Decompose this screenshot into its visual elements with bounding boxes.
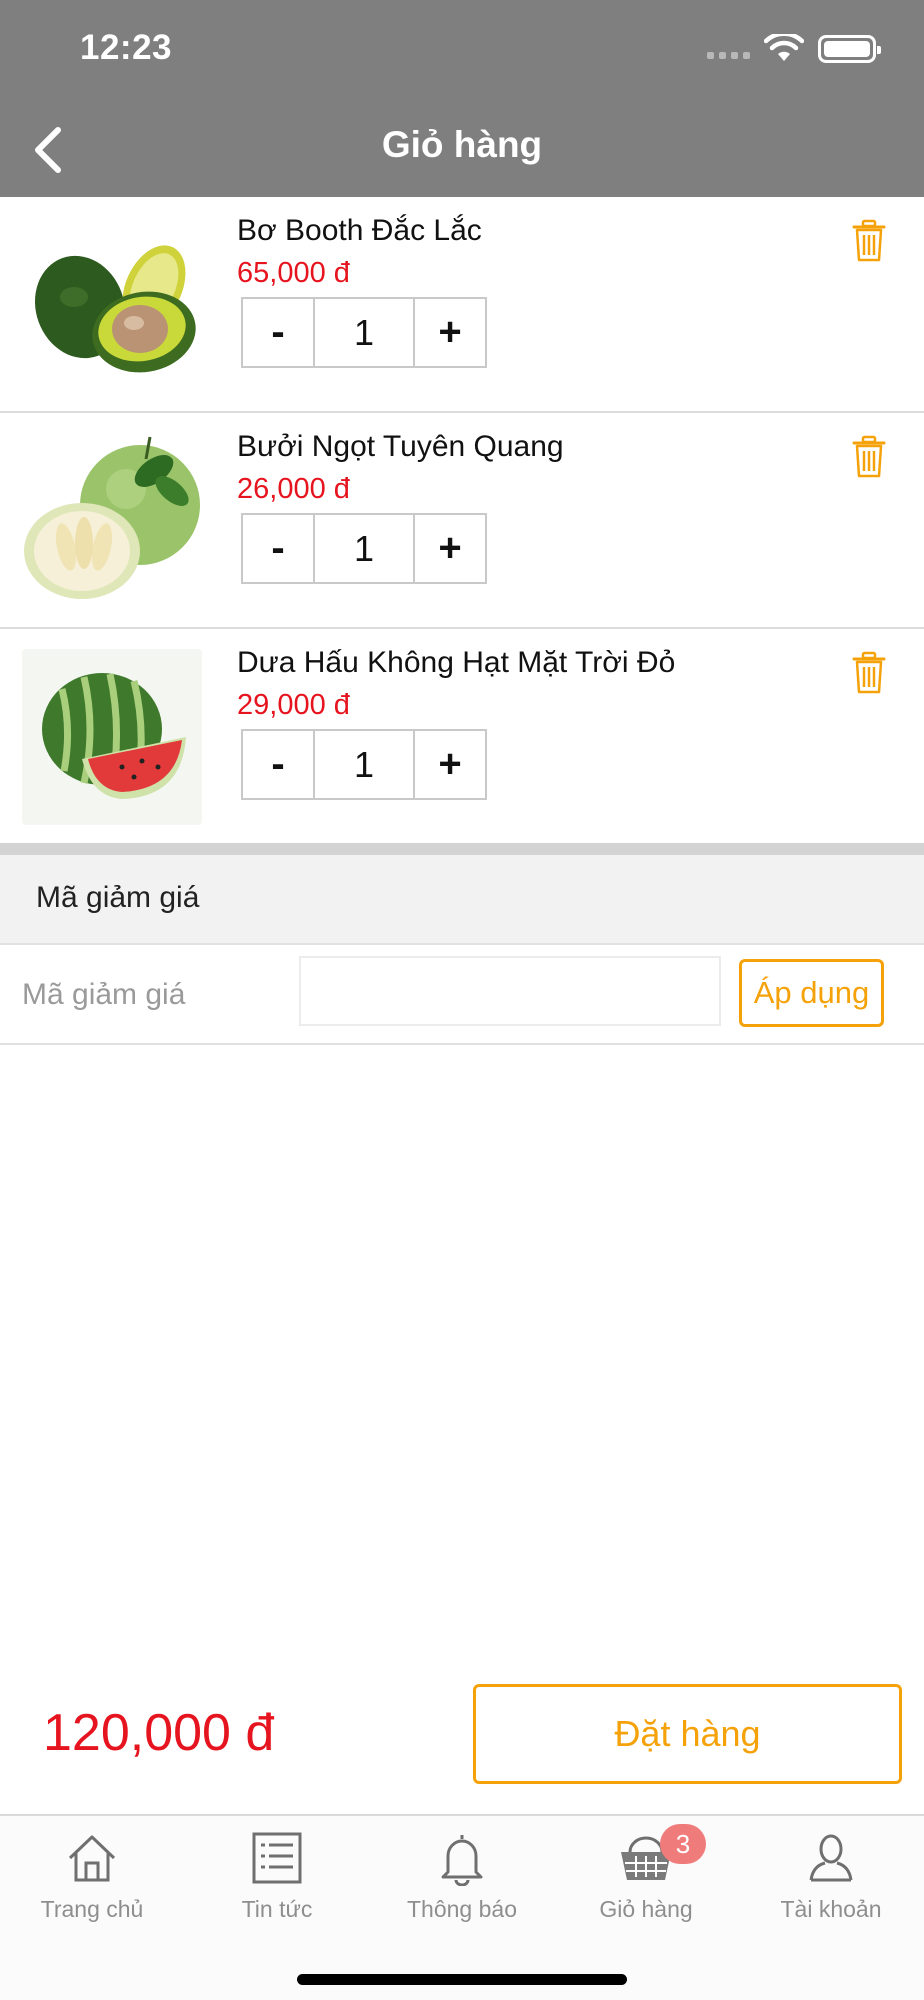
tab-notifications[interactable]: Thông báo bbox=[370, 1830, 554, 1923]
tab-label: Giỏ hàng bbox=[599, 1896, 693, 1922]
item-name: Bưởi Ngọt Tuyên Quang bbox=[237, 430, 564, 463]
quantity-value: 1 bbox=[313, 299, 415, 366]
cellular-signal-icon bbox=[707, 39, 750, 59]
discount-code-input[interactable] bbox=[299, 956, 721, 1026]
order-total: 120,000 đ bbox=[43, 1704, 275, 1762]
product-image-avocado[interactable] bbox=[22, 217, 202, 393]
quantity-value: 1 bbox=[313, 515, 415, 582]
discount-section-title: Mã giảm giá bbox=[36, 881, 200, 914]
trash-icon[interactable] bbox=[852, 435, 886, 479]
product-image-pomelo[interactable] bbox=[22, 433, 202, 609]
wifi-icon bbox=[764, 34, 804, 61]
tab-home[interactable]: Trang chủ bbox=[0, 1830, 184, 1923]
place-order-button[interactable]: Đặt hàng bbox=[473, 1684, 902, 1784]
decrease-quantity-button[interactable]: - bbox=[243, 731, 313, 798]
tab-cart[interactable]: 3 Giỏ hàng bbox=[554, 1824, 738, 1923]
quantity-stepper: - 1 + bbox=[241, 513, 487, 584]
decrease-quantity-button[interactable]: - bbox=[243, 299, 313, 366]
status-time: 12:23 bbox=[80, 28, 173, 67]
discount-section-header: Mã giảm giá bbox=[0, 855, 924, 945]
tab-label: Thông báo bbox=[407, 1896, 517, 1922]
cart-list: Bơ Booth Đắc Lắc 65,000 đ - 1 + Bưởi Ngọ… bbox=[0, 197, 924, 845]
navigation-header: 12:23 Giỏ hàng bbox=[0, 0, 924, 197]
increase-quantity-button[interactable]: + bbox=[415, 515, 485, 582]
quantity-value: 1 bbox=[313, 731, 415, 798]
increase-quantity-button[interactable]: + bbox=[415, 731, 485, 798]
cart-count-badge: 3 bbox=[660, 1824, 706, 1864]
discount-label: Mã giảm giá bbox=[22, 978, 186, 1011]
product-image-watermelon[interactable] bbox=[22, 649, 202, 825]
item-name: Bơ Booth Đắc Lắc bbox=[237, 214, 482, 247]
status-icons bbox=[707, 34, 881, 64]
item-price: 29,000 đ bbox=[237, 689, 350, 721]
page-title: Giỏ hàng bbox=[381, 124, 543, 165]
quantity-stepper: - 1 + bbox=[241, 729, 487, 800]
user-icon bbox=[809, 1834, 853, 1882]
cart-item: Bơ Booth Đắc Lắc 65,000 đ - 1 + bbox=[0, 197, 924, 413]
bell-icon bbox=[441, 1835, 483, 1886]
cart-item: Bưởi Ngọt Tuyên Quang 26,000 đ - 1 + bbox=[0, 413, 924, 629]
home-icon bbox=[68, 1835, 116, 1882]
decrease-quantity-button[interactable]: - bbox=[243, 515, 313, 582]
item-name: Dưa Hấu Không Hạt Mặt Trời Đỏ bbox=[237, 646, 676, 679]
trash-icon[interactable] bbox=[852, 219, 886, 263]
increase-quantity-button[interactable]: + bbox=[415, 299, 485, 366]
quantity-stepper: - 1 + bbox=[241, 297, 487, 368]
home-indicator bbox=[297, 1974, 627, 1985]
section-separator bbox=[0, 843, 924, 855]
item-price: 26,000 đ bbox=[237, 473, 350, 505]
tab-label: Tin tức bbox=[241, 1896, 313, 1922]
item-price: 65,000 đ bbox=[237, 257, 350, 289]
bottom-tab-bar: Trang chủ Tin tức Thông báo 3 Giỏ hàng T… bbox=[0, 1814, 924, 2000]
news-list-icon bbox=[252, 1832, 302, 1884]
tab-news[interactable]: Tin tức bbox=[185, 1830, 369, 1923]
discount-row: Mã giảm giá Áp dụng bbox=[0, 945, 924, 1045]
tab-label: Tài khoản bbox=[780, 1896, 882, 1922]
apply-discount-button[interactable]: Áp dụng bbox=[739, 959, 884, 1027]
tab-label: Trang chủ bbox=[40, 1896, 144, 1922]
battery-icon bbox=[818, 35, 881, 63]
tab-account[interactable]: Tài khoản bbox=[739, 1830, 923, 1923]
trash-icon[interactable] bbox=[852, 651, 886, 695]
cart-item: Dưa Hấu Không Hạt Mặt Trời Đỏ 29,000 đ -… bbox=[0, 629, 924, 845]
